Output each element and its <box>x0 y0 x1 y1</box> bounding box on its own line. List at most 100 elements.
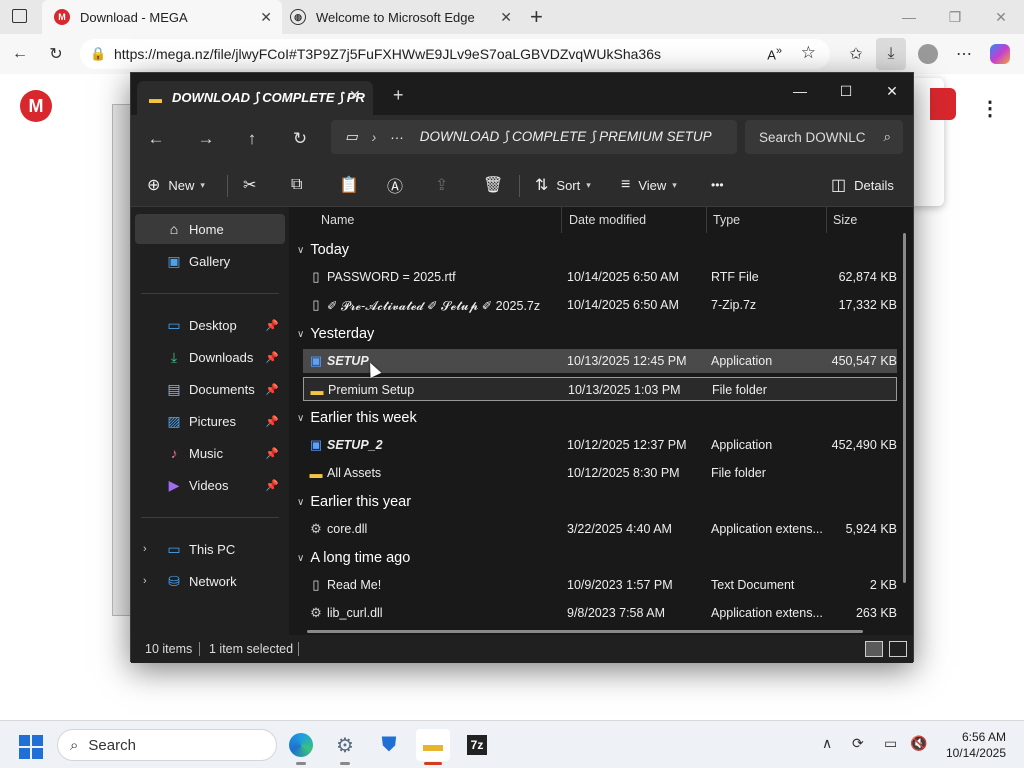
sidebar-item[interactable]: ▣ Gallery <box>135 246 285 276</box>
chevron-right-icon[interactable]: › <box>143 575 147 587</box>
file-row[interactable]: ▬ Premium Setup 10/13/2025 1:03 PM File fol… <box>303 377 897 401</box>
mega-download-button[interactable] <box>930 88 956 120</box>
security-shield-icon[interactable]: ⛊ <box>372 729 406 761</box>
close-tab-icon[interactable]: ✕ <box>349 87 361 104</box>
horizontal-scrollbar[interactable] <box>307 630 863 633</box>
maximize-button[interactable]: ☐ <box>823 77 869 105</box>
up-icon[interactable]: ↑ <box>239 127 265 151</box>
back-icon[interactable]: ← <box>8 42 32 66</box>
sidebar-item[interactable]: ▭ Desktop 📌 <box>135 310 285 340</box>
divider <box>199 642 200 656</box>
sidebar-item[interactable]: ▤ Documents 📌 <box>135 374 285 404</box>
cut-button[interactable]: ✂ <box>243 173 264 197</box>
group-label: Earlier this week <box>310 410 417 426</box>
column-size[interactable]: Size <box>833 207 857 233</box>
site-info-icon[interactable]: 🔒 <box>90 46 106 62</box>
file-row[interactable]: ▯ Read Me! 10/9/2023 1:57 PM Text Document 2… <box>303 573 897 597</box>
file-row[interactable]: ▯ PASSWORD = 2025.rtf 10/14/2025 6:50 AM RT… <box>303 265 897 289</box>
read-aloud-icon[interactable]: A» <box>767 45 782 62</box>
start-button[interactable] <box>19 735 43 759</box>
group-header[interactable]: ∨ Earlier this year <box>297 489 411 515</box>
sidebar-item[interactable]: › ▭ This PC <box>135 534 285 564</box>
update-icon[interactable]: ⟳ <box>852 735 864 752</box>
copy-button[interactable]: ⧉ <box>291 173 310 197</box>
close-window-button[interactable]: ✕ <box>978 0 1024 34</box>
sort-button[interactable]: ⇅ Sort ▾ <box>535 173 591 197</box>
close-tab-icon[interactable]: ✕ <box>260 9 272 26</box>
group-header[interactable]: ∨ Yesterday <box>297 321 374 347</box>
file-row[interactable]: ▣ SETUP 10/13/2025 12:45 PM Application 450,… <box>303 349 897 373</box>
new-tab-button[interactable]: + <box>530 4 543 30</box>
refresh-icon[interactable]: ↻ <box>44 42 68 66</box>
forward-icon[interactable]: → <box>193 127 219 151</box>
new-tab-button[interactable]: + <box>393 85 404 106</box>
tab-actions-icon[interactable] <box>12 9 27 23</box>
sidebar-item-label: Documents <box>189 381 255 397</box>
file-row[interactable]: ⚙ core.dll 3/22/2025 4:40 AM Application ex… <box>303 517 897 541</box>
details-view-icon[interactable] <box>865 641 883 657</box>
tab-mega[interactable]: M Download - MEGA ✕ <box>42 0 282 34</box>
rename-button[interactable]: Ⓐ <box>387 173 411 197</box>
column-name[interactable]: Name <box>321 207 354 233</box>
explorer-tab[interactable]: ▬ DOWNLOAD ⟆ COMPLETE ⟆ PR <box>137 81 373 115</box>
group-header[interactable]: ∨ Today <box>297 237 349 263</box>
search-input[interactable]: Search DOWNLC ⌕ <box>745 120 903 154</box>
close-window-button[interactable]: ✕ <box>869 77 915 105</box>
address-bar[interactable]: 🔒 https://mega.nz/file/jlwyFCoI#T3P9Z7j5… <box>80 39 830 69</box>
settings-taskbar-icon[interactable]: ⚙ <box>328 729 362 765</box>
new-button[interactable]: ⊕ New ▾ <box>147 173 205 197</box>
group-header[interactable]: ∨ A long time ago <box>297 545 410 571</box>
system-clock[interactable]: 6:56 AM 10/14/2025 <box>946 729 1006 761</box>
vertical-scrollbar[interactable] <box>903 233 906 583</box>
sidebar-item[interactable]: ▶ Videos 📌 <box>135 470 285 500</box>
sidebar-item[interactable]: › ⛁ Network <box>135 566 285 596</box>
favorites-icon[interactable]: ✩ <box>844 42 868 66</box>
chevron-up-icon[interactable]: ∧ <box>822 735 832 752</box>
favorite-star-icon[interactable]: ☆ <box>801 43 816 63</box>
file-row[interactable]: ⚙ lib_curl.dll 9/8/2023 7:58 AM Application… <box>303 601 897 625</box>
minimize-button[interactable]: — <box>777 77 823 105</box>
column-date[interactable]: Date modified <box>569 207 646 233</box>
file-row[interactable]: ▯ ✐ 𝓟𝓻𝓮-𝓐𝓬𝓽𝓲𝓿𝓪𝓽𝓮𝓭 ✐ 𝓢𝓮𝓽𝓾𝓹 ✐ 2025.7z 10/14/… <box>303 293 897 317</box>
sidebar-item[interactable]: ⤓ Downloads 📌 <box>135 342 285 372</box>
edge-taskbar-icon[interactable] <box>284 729 318 765</box>
column-type[interactable]: Type <box>713 207 740 233</box>
volume-muted-icon[interactable]: 🔇 <box>910 735 927 752</box>
restore-button[interactable]: ❐ <box>932 0 978 34</box>
paste-button[interactable]: 📋 <box>339 173 367 197</box>
taskbar-search[interactable]: ⌕ Search <box>57 729 277 761</box>
file-row[interactable]: ▬ All Assets 10/12/2025 8:30 PM File folder <box>303 461 897 485</box>
breadcrumb[interactable]: DOWNLOAD ⟆ COMPLETE ⟆ PREMIUM SETUP <box>420 129 712 145</box>
profile-avatar[interactable] <box>916 42 940 66</box>
share-button[interactable]: ⇪ <box>435 173 456 197</box>
tab-edge-welcome[interactable]: ◍ Welcome to Microsoft Edge ✕ <box>282 0 522 34</box>
group-header[interactable]: ∨ Earlier this week <box>297 405 417 431</box>
sidebar-item[interactable]: ⌂ Home <box>135 214 285 244</box>
7zip-taskbar-icon[interactable]: 7z <box>460 729 494 761</box>
sidebar-item[interactable]: ▨ Pictures 📌 <box>135 406 285 436</box>
copilot-icon[interactable] <box>988 42 1012 66</box>
breadcrumb-overflow[interactable]: ··· <box>390 130 404 145</box>
chevron-right-icon[interactable]: › <box>143 543 147 555</box>
display-icon[interactable]: ▭ <box>884 735 897 752</box>
settings-more-icon[interactable]: ⋯ <box>952 42 976 66</box>
details-button[interactable]: ◫ Details <box>831 173 894 197</box>
see-more-button[interactable]: ••• <box>711 173 724 197</box>
file-explorer-taskbar-icon[interactable]: ▬ <box>416 729 450 765</box>
file-row[interactable]: ▣ SETUP_2 10/12/2025 12:37 PM Application 45… <box>303 433 897 457</box>
view-button[interactable]: ≡ View ▾ <box>621 173 677 197</box>
file-date: 10/14/2025 6:50 AM <box>567 270 679 284</box>
dll-icon: ⚙ <box>310 521 322 536</box>
delete-button[interactable]: 🗑 <box>483 173 511 197</box>
tiles-view-icon[interactable] <box>889 641 907 657</box>
sidebar-item[interactable]: ♪ Music 📌 <box>135 438 285 468</box>
close-tab-icon[interactable]: ✕ <box>500 9 512 26</box>
downloads-icon[interactable]: ⤓ <box>876 38 906 70</box>
mega-menu-icon[interactable]: ⋮ <box>980 96 1000 121</box>
mega-logo[interactable]: M <box>20 90 52 122</box>
refresh-icon[interactable]: ↻ <box>287 127 313 151</box>
back-icon[interactable]: ← <box>143 127 169 151</box>
file-name: Read Me! <box>327 578 382 592</box>
explorer-address-bar[interactable]: ▭ › ··· DOWNLOAD ⟆ COMPLETE ⟆ PREMIUM SE… <box>331 120 737 154</box>
minimize-button[interactable]: — <box>886 0 932 34</box>
